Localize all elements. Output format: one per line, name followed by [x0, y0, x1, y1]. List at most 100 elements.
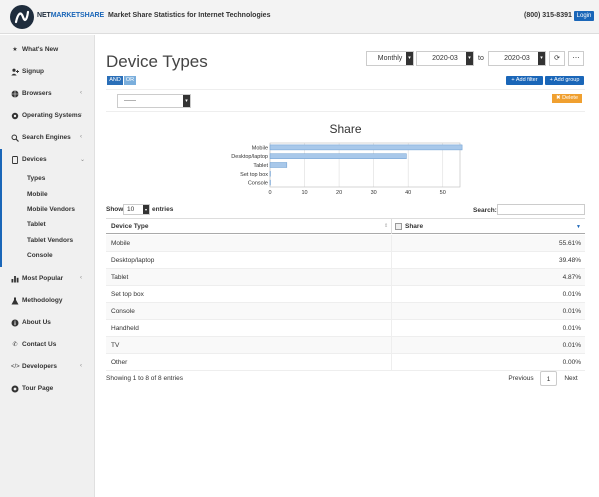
chevron-down-icon: ▾ [466, 52, 473, 65]
sidebar-subitem-tablet[interactable]: Tablet [27, 221, 46, 228]
column-divider [391, 303, 392, 320]
chevron-down-icon: ▾ [538, 52, 545, 65]
column-divider [391, 269, 392, 286]
sidebar-subitem-types[interactable]: Types [27, 175, 45, 182]
sidebar-item-label: Browsers [22, 90, 52, 97]
share-bar-chart: 0 10 20 30 40 50 Mobile Desktop/laptop Tablet Set… [231, 142, 463, 196]
date-from-select[interactable]: 2020-03 ▾ [416, 51, 474, 66]
top-header: NETMARKETSHARE Market Share Statistics f… [0, 0, 599, 34]
column-divider [391, 320, 392, 337]
sidebar-subitem-tablet-vendors[interactable]: Tablet Vendors [27, 237, 73, 244]
chevron-down-icon: ▾ [183, 95, 190, 107]
info-icon [11, 319, 19, 327]
site-title: Market Share Statistics for Internet Tec… [108, 12, 271, 19]
globe-icon [11, 90, 19, 98]
date-to-select[interactable]: 2020-03 ▾ [488, 51, 546, 66]
share-cell: 0.01% [562, 308, 581, 315]
y-category-label: Mobile [252, 145, 268, 151]
star-icon: ★ [12, 47, 18, 53]
sidebar-item-devices[interactable]: Devices ⌄ [0, 153, 95, 167]
logo-wordmark[interactable]: NETMARKETSHARE [37, 12, 104, 19]
x-tick-label: 20 [336, 190, 342, 196]
device-type-cell: TV [111, 342, 120, 349]
phone-icon: ✆ [12, 342, 18, 348]
filter-field-value: ------ [124, 98, 136, 104]
sidebar-item-signup[interactable]: Signup [0, 65, 95, 79]
chevron-left-icon: ‹ [80, 363, 82, 369]
share-cell: 0.01% [562, 325, 581, 332]
column-divider [391, 235, 392, 252]
sidebar-item-most-popular[interactable]: Most Popular ‹ [0, 272, 95, 286]
table-row: Mobile 55.61% [106, 235, 585, 252]
next-page-button[interactable]: Next [559, 371, 583, 386]
table-row: Desktop/laptop 39.48% [106, 252, 585, 269]
sidebar-item-tour-page[interactable]: Tour Page [0, 382, 95, 396]
x-tick-label: 0 [268, 190, 271, 196]
date-from-value: 2020-03 [432, 55, 458, 62]
sidebar-item-contact-us[interactable]: ✆ Contact Us [0, 338, 95, 352]
period-select[interactable]: Monthly ▾ [366, 51, 414, 66]
help-icon [11, 385, 19, 393]
refresh-icon: ⟳ [554, 55, 560, 62]
chevron-left-icon: ‹ [80, 275, 82, 281]
y-category-label: Desktop/laptop [231, 154, 268, 160]
sidebar-item-browsers[interactable]: Browsers ‹ [0, 87, 95, 101]
table-row: Other 0.00% [106, 354, 585, 371]
column-divider [391, 354, 392, 371]
table-row: Tablet 4.87% [106, 269, 585, 286]
sidebar: ★ What's New Signup Browsers ‹ Operating… [0, 35, 95, 497]
sidebar-item-label: About Us [22, 319, 51, 326]
sidebar-item-label: Tour Page [22, 385, 54, 392]
sidebar-subitem-console[interactable]: Console [27, 252, 53, 259]
share-cell: 4.87% [562, 274, 581, 281]
entries-per-page-select[interactable]: 10 ▾ [123, 204, 150, 215]
device-type-cell: Other [111, 359, 128, 366]
y-category-label: Tablet [253, 163, 268, 169]
delete-filter-button[interactable]: ✖ Delete [552, 94, 582, 103]
column-header-device-type[interactable]: Device Type [111, 223, 148, 230]
and-toggle[interactable]: AND [107, 76, 123, 85]
search-label: Search: [473, 207, 497, 214]
netmarketshare-logo-icon[interactable] [10, 5, 34, 29]
chevron-left-icon: ‹ [80, 112, 82, 118]
table-row: Console 0.01% [106, 303, 585, 320]
search-input[interactable] [497, 204, 585, 215]
sidebar-subitem-mobile[interactable]: Mobile [27, 191, 48, 198]
y-category-label: Console [248, 181, 268, 187]
chevron-left-icon: ‹ [80, 90, 82, 96]
x-tick-label: 30 [371, 190, 377, 196]
more-options-button[interactable]: ⋯ [568, 51, 584, 66]
previous-page-button[interactable]: Previous [503, 371, 539, 386]
sidebar-item-whats-new[interactable]: ★ What's New [0, 43, 95, 57]
date-range-to-label: to [478, 55, 484, 62]
sidebar-item-label: Signup [22, 68, 45, 75]
refresh-button[interactable]: ⟳ [549, 51, 565, 66]
filter-field-select[interactable]: ------ ▾ [117, 94, 191, 108]
sidebar-item-about-us[interactable]: About Us [0, 316, 95, 330]
add-group-button[interactable]: + Add group [545, 76, 584, 85]
page-1-button[interactable]: 1 [540, 371, 557, 386]
sort-desc-icon: ▼ [576, 224, 581, 230]
x-tick-label: 50 [440, 190, 446, 196]
sidebar-subitem-mobile-vendors[interactable]: Mobile Vendors [27, 206, 75, 213]
chevron-down-icon: ▾ [143, 205, 149, 214]
sidebar-item-operating-systems[interactable]: Operating Systems ‹ [0, 109, 95, 123]
checkbox-icon[interactable] [395, 223, 402, 230]
entries-per-page-value: 10 [127, 206, 135, 213]
page-title: Device Types [106, 52, 208, 71]
sidebar-item-methodology[interactable]: Methodology [0, 294, 95, 308]
login-button[interactable]: Login [574, 11, 594, 21]
or-toggle[interactable]: OR [124, 76, 136, 85]
column-header-share[interactable]: Share [405, 223, 423, 230]
tablet-icon [11, 156, 19, 164]
add-filter-button[interactable]: + Add filter [506, 76, 543, 85]
device-type-cell: Set top box [111, 291, 144, 298]
device-type-cell: Desktop/laptop [111, 257, 155, 264]
chart-title: Share [329, 122, 362, 136]
sort-icon: ⇕ [384, 223, 389, 229]
flask-icon [11, 297, 19, 305]
device-type-cell: Mobile [111, 240, 131, 247]
sidebar-item-developers[interactable]: </> Developers ‹ [0, 360, 95, 374]
table-row: Set top box 0.01% [106, 286, 585, 303]
sidebar-item-label: Methodology [22, 297, 63, 304]
